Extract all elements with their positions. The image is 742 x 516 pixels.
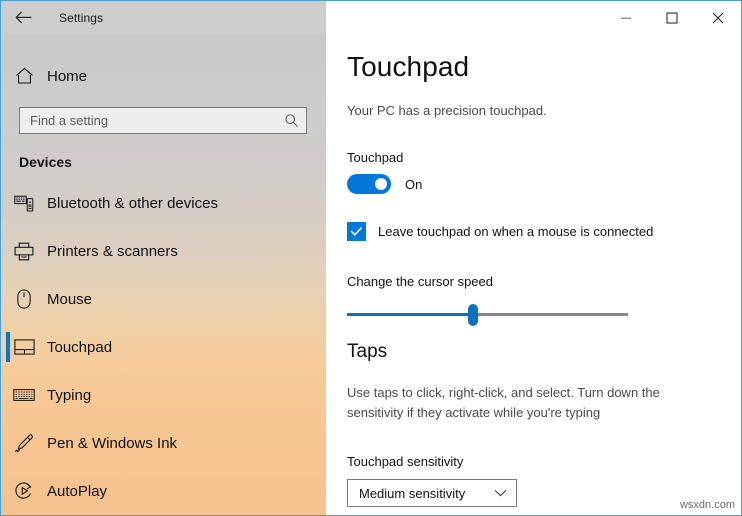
sidebar-item-label: Typing [47, 386, 92, 404]
leave-touchpad-on-checkbox[interactable] [347, 222, 366, 241]
touchpad-toggle-label: On [405, 176, 423, 192]
printer-icon [1, 242, 47, 261]
touchpad-sensitivity-dropdown[interactable]: Medium sensitivity [347, 479, 517, 507]
sidebar-item-pen-windows-ink[interactable]: Pen & Windows Ink [1, 419, 326, 467]
page-subtitle: Your PC has a precision touchpad. [347, 103, 547, 118]
sidebar-item-home[interactable]: Home [1, 59, 326, 93]
slider-fill [347, 313, 473, 316]
window-controls [326, 1, 741, 34]
page-title: Touchpad [347, 51, 470, 82]
toggle-knob [375, 178, 387, 190]
taps-description: Use taps to click, right-click, and sele… [347, 385, 660, 420]
app-title: Settings [59, 10, 104, 25]
sidebar-item-label: Printers & scanners [47, 242, 178, 260]
sidebar-item-home-label: Home [47, 67, 88, 85]
sidebar-item-typing[interactable]: Typing [1, 371, 326, 419]
search-icon [276, 113, 306, 128]
sidebar-item-label: Bluetooth & other devices [47, 194, 218, 212]
check-icon [350, 227, 363, 236]
title-bar-left: Settings [1, 1, 326, 34]
keyboard-icon [1, 388, 47, 402]
settings-window: Settings Home Find a setting Devices Blu… [0, 0, 742, 516]
search-box[interactable] [19, 107, 307, 134]
title-bar: Settings [1, 1, 741, 34]
sidebar-item-label: Mouse [47, 290, 93, 308]
mouse-icon [1, 289, 47, 309]
touchpad-toggle[interactable] [347, 174, 391, 194]
sidebar-item-label: AutoPlay [47, 482, 108, 500]
sidebar-section-title: Devices [19, 154, 72, 170]
sidebar-nav-list: Bluetooth & other devices Printers & sca… [1, 179, 326, 515]
sidebar: Home Devices [1, 34, 326, 515]
main-content: Touchpad Your PC has a precision touchpa… [326, 34, 741, 515]
touchpad-toggle-row: On [347, 174, 422, 194]
leave-touchpad-on-label: Leave touchpad on when a mouse is connec… [378, 224, 654, 239]
taps-heading: Taps [347, 341, 388, 362]
pen-icon [1, 433, 47, 453]
home-icon [1, 67, 47, 85]
sidebar-item-label: Touchpad [47, 338, 113, 356]
cursor-speed-slider[interactable] [347, 302, 628, 328]
sidebar-item-bluetooth-other-devices[interactable]: Bluetooth & other devices [1, 179, 326, 227]
maximize-button[interactable] [649, 1, 695, 34]
leave-touchpad-on-checkbox-row[interactable]: Leave touchpad on when a mouse is connec… [347, 222, 653, 241]
sidebar-item-mouse[interactable]: Mouse [1, 275, 326, 323]
sidebar-item-label: Pen & Windows Ink [47, 434, 178, 452]
minimize-button[interactable] [603, 1, 649, 34]
sidebar-item-printers-scanners[interactable]: Printers & scanners [1, 227, 326, 275]
back-button[interactable] [1, 1, 45, 34]
slider-thumb[interactable] [468, 304, 478, 326]
search-input[interactable] [20, 108, 276, 133]
chevron-down-icon [494, 484, 507, 502]
selection-indicator [6, 332, 10, 362]
cursor-speed-label: Change the cursor speed [347, 274, 493, 289]
autoplay-icon [1, 481, 47, 501]
touchpad-group-label: Touchpad [347, 150, 404, 165]
watermark: wsxdn.com [679, 499, 735, 511]
bluetooth-devices-icon [1, 194, 47, 212]
close-button[interactable] [695, 1, 741, 34]
touchpad-sensitivity-label: Touchpad sensitivity [347, 454, 464, 469]
sidebar-item-touchpad[interactable]: Touchpad [1, 323, 326, 371]
touchpad-sensitivity-value: Medium sensitivity [359, 485, 466, 501]
sidebar-item-autoplay[interactable]: AutoPlay [1, 467, 326, 515]
